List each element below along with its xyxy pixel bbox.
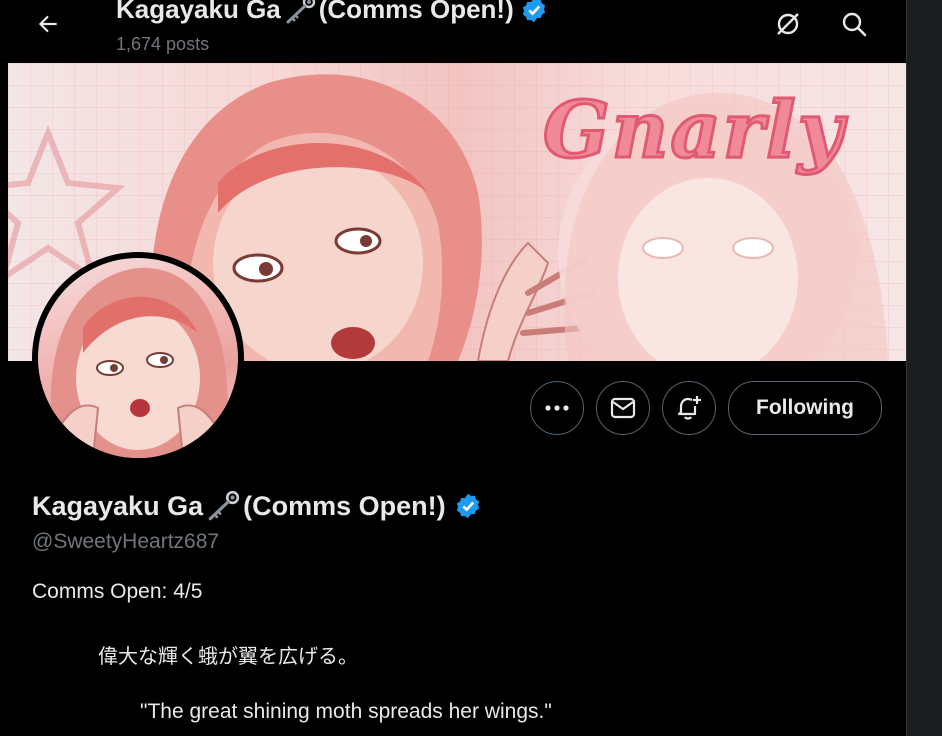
header-title-suffix: (Comms Open!) [318,0,514,24]
bio-line-2: 偉大な輝く蛾が翼を広げる。 [98,644,358,668]
bell-plus-icon [677,396,701,420]
verified-badge-icon [522,0,545,22]
envelope-icon [610,397,636,419]
search-icon [842,12,867,37]
more-button[interactable] [530,381,584,435]
arrow-left-icon [38,15,57,33]
verified-badge-icon [456,493,479,519]
display-name-suffix: (Comms Open!) [243,490,446,521]
scrollbar[interactable] [906,0,942,736]
avatar-artwork [46,267,230,458]
user-handle: @SweetyHeartz687 [32,530,220,553]
header-title: Kagayaku Ga (Comms Open!) [116,0,548,25]
avatar-image [38,258,238,458]
bio-line-3: "The great shining moth spreads her wing… [140,700,552,723]
back-button[interactable] [28,4,68,44]
bio-line-1: Comms Open: 4/5 [32,580,203,603]
grok-button[interactable] [768,4,808,44]
display-name-text: Kagayaku Ga [32,490,204,521]
post-count: 1,674 posts [116,34,210,54]
display-name: Kagayaku Ga (Comms Open!) [32,490,482,522]
key-icon [286,0,315,23]
ellipsis-icon [545,405,569,411]
notifications-button[interactable] [662,381,716,435]
profile-header-bar: Kagayaku Ga (Comms Open!) 1,674 posts [0,0,906,63]
following-button[interactable]: Following [728,381,882,435]
message-button[interactable] [596,381,650,435]
banner-logo-text: Gnarly [542,84,845,178]
search-button[interactable] [834,4,874,44]
avatar[interactable] [32,252,244,464]
header-title-name: Kagayaku Ga [116,0,281,24]
grok-icon [777,13,799,35]
key-icon [208,490,240,521]
